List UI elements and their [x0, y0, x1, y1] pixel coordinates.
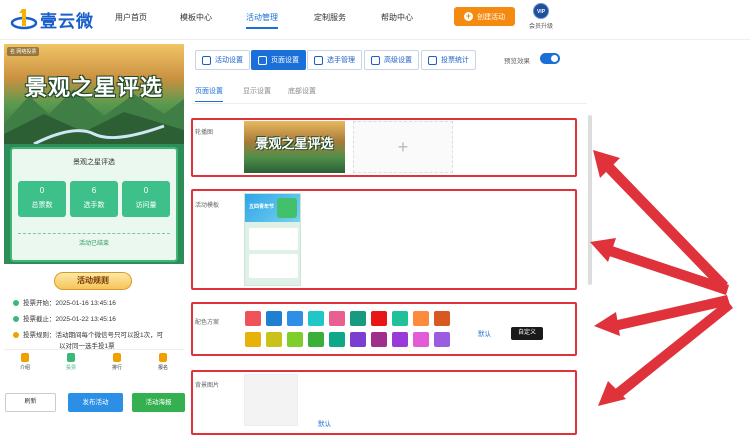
- annotation-arrows: [590, 150, 733, 406]
- arrow-head: [594, 312, 620, 336]
